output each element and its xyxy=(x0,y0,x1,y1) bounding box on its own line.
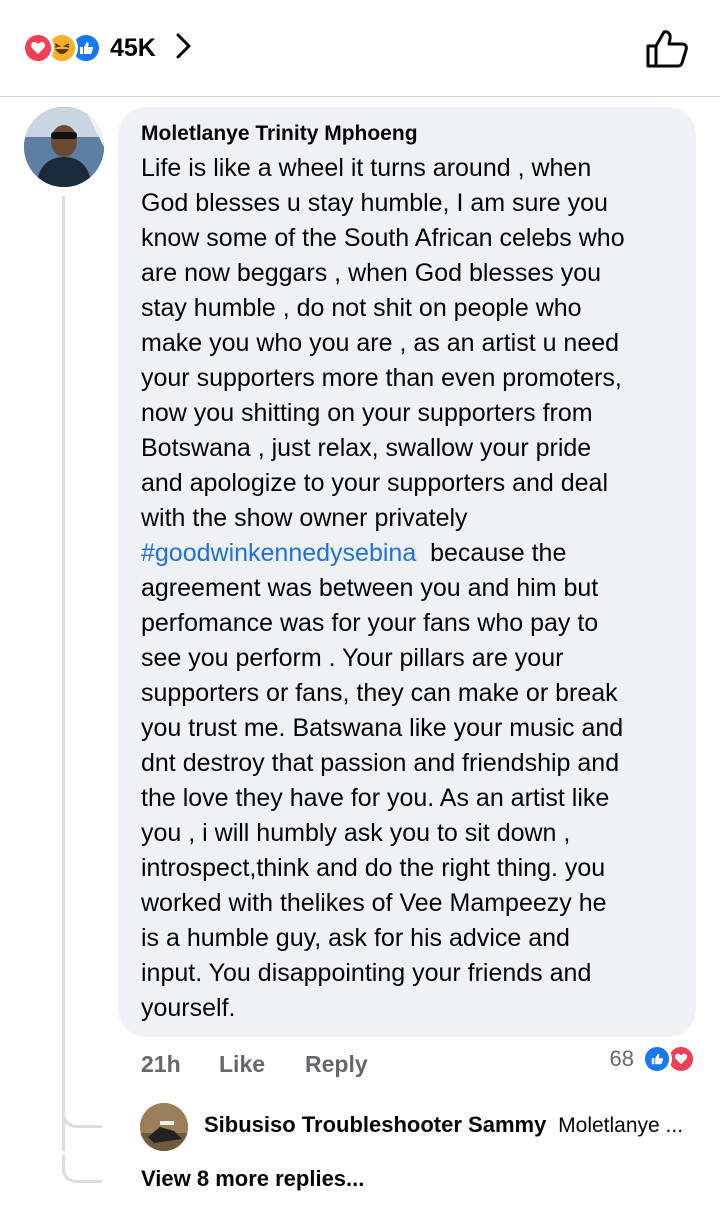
thread-line xyxy=(62,196,65,1151)
reply-preview[interactable]: Sibusiso Troubleshooter Sammy Moletlanye… xyxy=(204,1112,683,1138)
like-button[interactable]: Like xyxy=(219,1051,265,1078)
reply-snippet: Moletlanye ... xyxy=(558,1114,684,1137)
reply-author[interactable]: Sibusiso Troubleshooter Sammy xyxy=(204,1112,546,1137)
thread-branch xyxy=(62,1155,102,1183)
hashtag-link[interactable]: #goodwinkennedysebina xyxy=(141,539,416,567)
comment-actions: 21h Like Reply xyxy=(141,1046,408,1082)
reply-avatar[interactable] xyxy=(140,1103,188,1151)
like-outline-icon[interactable] xyxy=(644,26,690,77)
divider xyxy=(0,96,720,97)
view-more-replies-link[interactable]: View 8 more replies... xyxy=(141,1166,364,1192)
love-icon xyxy=(22,32,54,64)
avatar[interactable] xyxy=(24,107,104,187)
comment-timestamp: 21h xyxy=(141,1050,181,1077)
comment-text: Life is like a wheel it turns around , w… xyxy=(141,154,625,1022)
like-icon xyxy=(642,1044,672,1074)
reaction-count: 45K xyxy=(110,33,156,62)
reactions-summary[interactable]: 45K xyxy=(22,30,192,66)
chevron-right-icon[interactable] xyxy=(174,32,192,65)
thread-branch xyxy=(62,1100,102,1128)
comment-author[interactable]: Moletlanye Trinity Mphoeng xyxy=(141,122,418,146)
reactions-bar[interactable]: 45K xyxy=(0,0,720,96)
comment-reaction-count: 68 xyxy=(609,1046,634,1071)
comment-reactions[interactable]: 68 xyxy=(610,1044,696,1074)
reply-button[interactable]: Reply xyxy=(305,1051,368,1078)
